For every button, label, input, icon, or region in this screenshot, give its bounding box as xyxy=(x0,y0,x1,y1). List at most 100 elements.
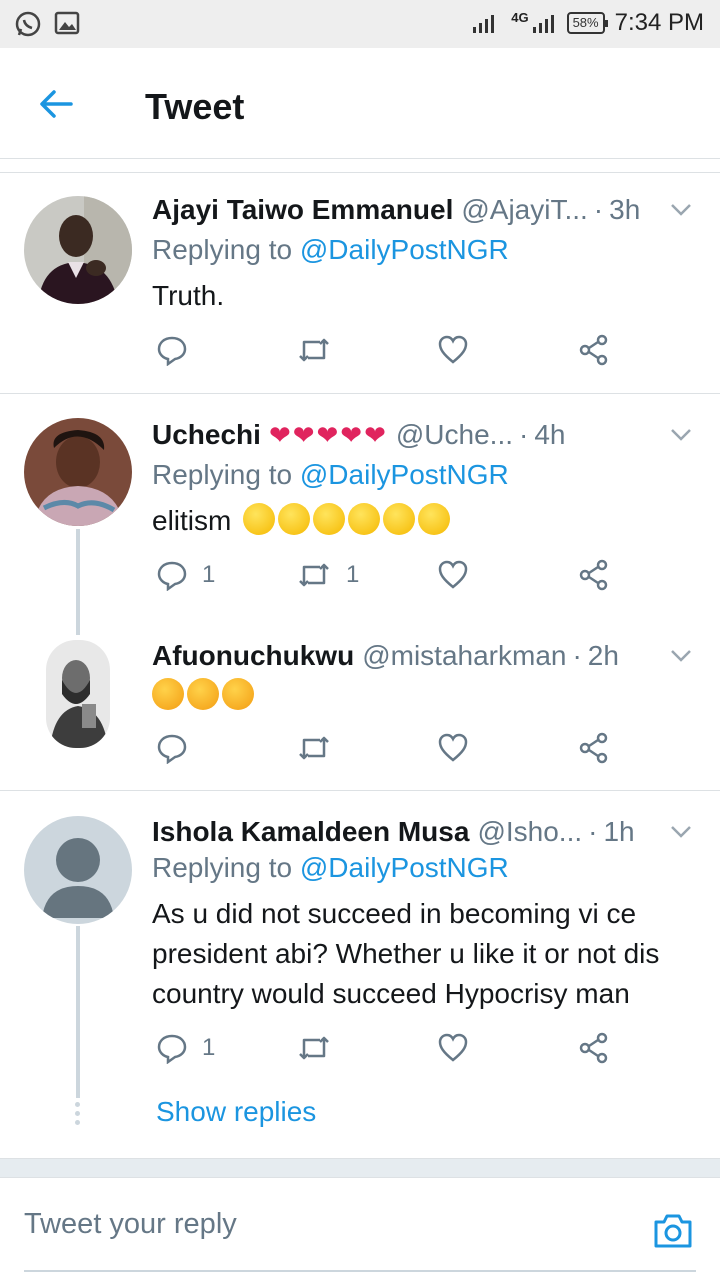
avatar[interactable] xyxy=(24,196,132,304)
back-button[interactable] xyxy=(34,82,78,126)
tweet-text xyxy=(152,676,696,716)
chevron-down-icon[interactable] xyxy=(668,642,694,668)
avatar[interactable] xyxy=(46,640,110,748)
tweet-time: 3h xyxy=(609,194,641,225)
chevron-down-icon[interactable] xyxy=(668,818,694,844)
chevron-down-icon[interactable] xyxy=(668,421,694,447)
replying-to: Replying to @DailyPostNGR xyxy=(152,459,509,491)
reply-icon xyxy=(157,336,187,366)
replying-to: Replying to @DailyPostNGR xyxy=(152,852,509,884)
author-name[interactable]: Ajayi Taiwo Emmanuel xyxy=(152,194,453,226)
retweet-icon xyxy=(299,338,329,362)
camera-icon xyxy=(654,1214,692,1248)
input-underline xyxy=(24,1270,696,1272)
mention-link[interactable]: @DailyPostNGR xyxy=(300,459,509,490)
laughing-emoji xyxy=(187,678,219,710)
author-handle[interactable]: @Isho... xyxy=(477,816,582,848)
avatar[interactable] xyxy=(24,816,132,924)
back-arrow-icon xyxy=(40,90,73,118)
mention-link[interactable]: @DailyPostNGR xyxy=(300,234,509,265)
author-handle[interactable]: @Uche... xyxy=(396,419,513,451)
author-name[interactable]: Afuonuchukwu xyxy=(152,640,354,672)
smile-emoji xyxy=(243,503,276,535)
retweet-button[interactable] xyxy=(296,1032,332,1064)
separator: · xyxy=(593,194,604,225)
author-handle[interactable]: @AjayiT... xyxy=(461,194,587,226)
like-button[interactable] xyxy=(437,559,469,591)
retweet-icon xyxy=(299,563,329,587)
separator: · xyxy=(588,816,598,847)
gallery-icon xyxy=(54,11,80,35)
reply-button[interactable] xyxy=(156,732,188,764)
thread-line xyxy=(76,529,80,635)
replying-to-label: Replying to xyxy=(152,459,293,490)
thread-line xyxy=(76,926,80,1098)
author-handle[interactable]: @mistaharkman xyxy=(362,640,566,672)
reply-button[interactable]: 1 xyxy=(156,559,215,591)
retweet-button[interactable]: 1 xyxy=(296,559,359,591)
reply-icon xyxy=(157,1034,187,1064)
like-button[interactable] xyxy=(437,1032,469,1064)
laughing-emoji xyxy=(152,678,184,710)
battery-indicator: 58% xyxy=(566,12,608,34)
share-icon xyxy=(579,732,608,764)
tweet-actions xyxy=(152,732,622,772)
tweet-actions xyxy=(152,334,622,374)
tweet-text: Truth. xyxy=(152,280,225,311)
reply-button[interactable] xyxy=(156,334,202,366)
reply-icon xyxy=(157,734,187,764)
share-icon xyxy=(579,559,608,591)
heart-icon xyxy=(438,1033,468,1062)
replying-to-label: Replying to xyxy=(152,234,293,265)
reply-input[interactable]: Tweet your reply xyxy=(24,1208,624,1241)
signal-icon-2 xyxy=(532,15,554,33)
share-icon xyxy=(579,334,608,366)
like-button[interactable] xyxy=(437,732,469,764)
name-emoji-hearts: ❤❤❤❤❤ xyxy=(268,419,388,450)
separator: · xyxy=(572,640,582,671)
separator: · xyxy=(519,419,529,450)
camera-button[interactable] xyxy=(650,1208,696,1254)
smile-emoji xyxy=(418,503,451,535)
divider xyxy=(0,393,720,394)
section-separator xyxy=(0,1158,720,1178)
status-bar: 4G 58% 7:34 PM xyxy=(0,0,720,48)
avatar[interactable] xyxy=(24,418,132,526)
reply-count: 1 xyxy=(202,1034,216,1061)
signal-icon xyxy=(473,15,495,33)
divider xyxy=(0,790,720,791)
share-button[interactable] xyxy=(578,334,610,366)
smile-emoji xyxy=(383,503,416,535)
heart-icon xyxy=(438,733,468,762)
tweet-time: 2h xyxy=(587,640,619,671)
share-button[interactable] xyxy=(578,559,610,591)
retweet-button[interactable] xyxy=(296,334,346,366)
laughing-emoji xyxy=(222,678,254,710)
replying-to-label: Replying to xyxy=(152,852,293,883)
author-name[interactable]: Uchechi xyxy=(152,419,261,451)
tweet-time: 1h xyxy=(603,816,635,847)
smile-emoji xyxy=(278,503,311,535)
header: Tweet xyxy=(0,48,720,160)
retweet-count: 1 xyxy=(346,561,360,588)
show-replies-link[interactable]: Show replies xyxy=(156,1096,316,1128)
divider xyxy=(0,172,720,173)
mention-link[interactable]: @DailyPostNGR xyxy=(300,852,509,883)
chevron-down-icon[interactable] xyxy=(668,196,694,222)
heart-icon xyxy=(438,335,468,364)
like-button[interactable] xyxy=(437,334,469,366)
heart-icon xyxy=(438,560,468,589)
reply-count: 1 xyxy=(202,561,216,588)
share-button[interactable] xyxy=(578,732,610,764)
author-name[interactable]: Ishola Kamaldeen Musa xyxy=(152,816,469,848)
clock: 7:34 PM xyxy=(614,9,704,36)
smile-emoji-group xyxy=(243,503,453,536)
tweet-actions: 1 1 xyxy=(152,559,622,599)
share-icon xyxy=(579,1032,608,1064)
tweet-text-content: elitism xyxy=(152,505,232,536)
reply-button[interactable]: 1 xyxy=(156,1032,215,1064)
share-button[interactable] xyxy=(578,1032,610,1064)
whatsapp-icon xyxy=(15,11,41,37)
retweet-icon xyxy=(299,1036,329,1060)
retweet-button[interactable] xyxy=(296,732,332,764)
